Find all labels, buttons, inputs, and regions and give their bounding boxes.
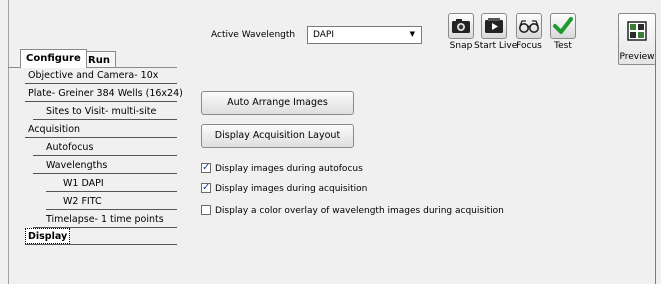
nav-item-acquisition[interactable]: Acquisition [25, 122, 177, 138]
preview-label: Preview [619, 52, 655, 62]
option-label: Display images during acquisition [215, 184, 368, 194]
window-left-edge [0, 0, 9, 284]
live-camera-icon [481, 13, 507, 39]
tab-configure[interactable]: Configure [20, 49, 87, 68]
option-display-during-autofocus[interactable]: Display images during autofocus [201, 161, 363, 176]
test-label: Test [554, 41, 572, 51]
auto-arrange-images-button[interactable]: Auto Arrange Images [201, 91, 354, 115]
checkmark-icon [550, 13, 576, 39]
test-button[interactable]: Test [543, 13, 583, 51]
glasses-icon [516, 13, 542, 39]
panel-right-border [655, 40, 656, 284]
start-live-label: Start Live [474, 41, 518, 51]
nav-item-autofocus[interactable]: Autofocus [33, 140, 177, 156]
nav-bottom-divider [25, 244, 177, 245]
nav-item-sites-to-visit[interactable]: Sites to Visit- multi-site [33, 104, 177, 120]
active-wavelength-select[interactable]: DAPI ▼ [307, 26, 422, 44]
nav-item-plate[interactable]: Plate- Greiner 384 Wells (16x24) [25, 86, 183, 102]
nav-item-timelapse[interactable]: Timelapse- 1 time points [33, 212, 177, 228]
active-wavelength-value: DAPI [313, 30, 335, 40]
camera-icon [448, 13, 474, 39]
nav-item-display[interactable]: Display [25, 228, 71, 244]
preview-grid-icon [627, 21, 647, 41]
option-color-overlay[interactable]: Display a color overlay of wavelength im… [201, 204, 504, 218]
nav-item-w1-dapi[interactable]: W1 DAPI [46, 176, 177, 192]
active-wavelength-label: Active Wavelength [211, 30, 296, 40]
checkbox-display-during-acquisition[interactable] [201, 181, 211, 195]
tab-run[interactable]: Run [82, 51, 116, 68]
nav-item-wavelengths[interactable]: Wavelengths [33, 158, 177, 174]
preview-button[interactable]: Preview [618, 13, 656, 65]
checkbox-display-during-autofocus[interactable] [201, 161, 211, 175]
display-acquisition-layout-button[interactable]: Display Acquisition Layout [201, 124, 354, 148]
option-label: Display images during autofocus [215, 164, 363, 174]
start-live-button[interactable]: Start Live [474, 13, 518, 51]
nav-item-objective-camera[interactable]: Objective and Camera- 10x [25, 68, 177, 84]
dropdown-arrow-icon: ▼ [409, 30, 415, 38]
option-label: Display a color overlay of wavelength im… [215, 206, 504, 216]
option-display-during-acquisition[interactable]: Display images during acquisition [201, 181, 368, 196]
nav-item-w2-fitc[interactable]: W2 FITC [46, 194, 177, 210]
checkbox-color-overlay[interactable] [201, 205, 211, 215]
